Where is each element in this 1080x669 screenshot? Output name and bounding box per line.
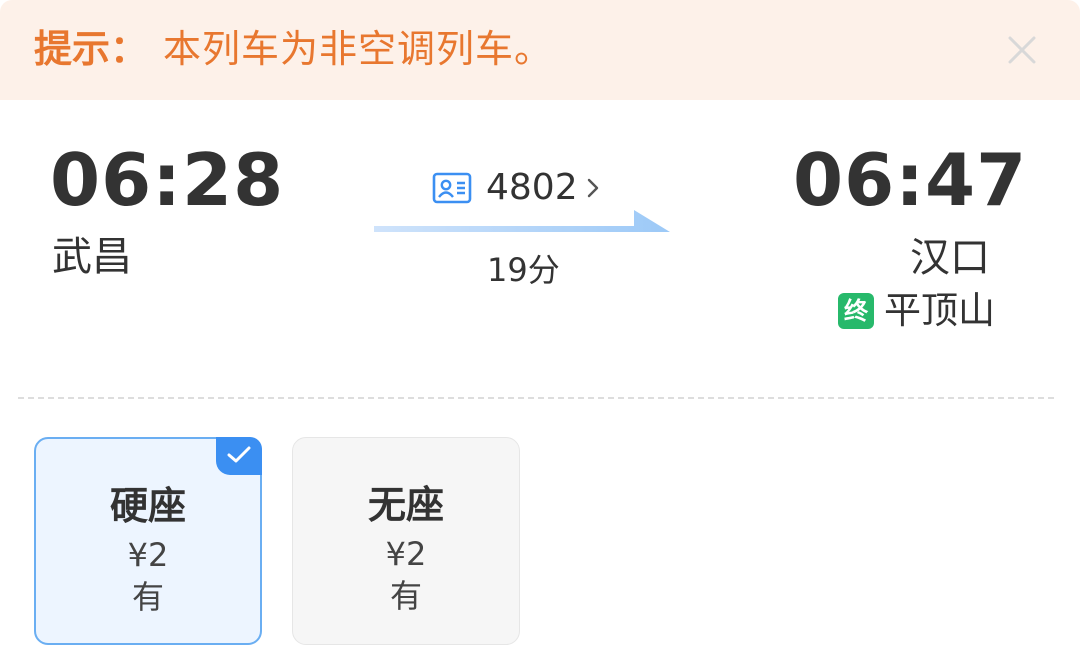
notice-banner: 提示： 本列车为非空调列车。 (0, 0, 1080, 100)
seat-price: ¥2 (385, 535, 427, 573)
dashed-divider (18, 397, 1054, 399)
seat-option-hard-seat[interactable]: 硬座 ¥2 有 (34, 437, 262, 645)
train-number: 4802 (486, 167, 578, 208)
terminal-station: 平顶山 (884, 289, 995, 332)
seat-price: ¥2 (127, 536, 169, 574)
seat-availability: 有 (389, 577, 422, 615)
seat-option-no-seat[interactable]: 无座 ¥2 有 (292, 437, 520, 645)
arrival-station: 汉口 (910, 235, 990, 281)
arrival-time: 06:47 (793, 138, 1028, 222)
train-number-link[interactable]: 4802 (432, 168, 600, 208)
chevron-right-icon (587, 178, 598, 198)
close-icon[interactable] (1002, 30, 1042, 70)
seat-availability: 有 (131, 578, 164, 616)
route-arrow-icon (374, 210, 670, 232)
terminal-badge: 终 (838, 293, 874, 329)
notice-text: 本列车为非空调列车。 (163, 27, 554, 71)
id-card-icon (432, 172, 472, 204)
seat-name: 硬座 (109, 484, 186, 528)
departure-station: 武昌 (52, 234, 132, 280)
departure-time: 06:28 (50, 138, 285, 222)
seat-name: 无座 (367, 483, 444, 527)
travel-duration: 19分 (487, 251, 560, 289)
notice-label: 提示： (34, 27, 149, 71)
checkmark-icon (216, 437, 262, 475)
terminal-info: 终 平顶山 (838, 290, 995, 332)
